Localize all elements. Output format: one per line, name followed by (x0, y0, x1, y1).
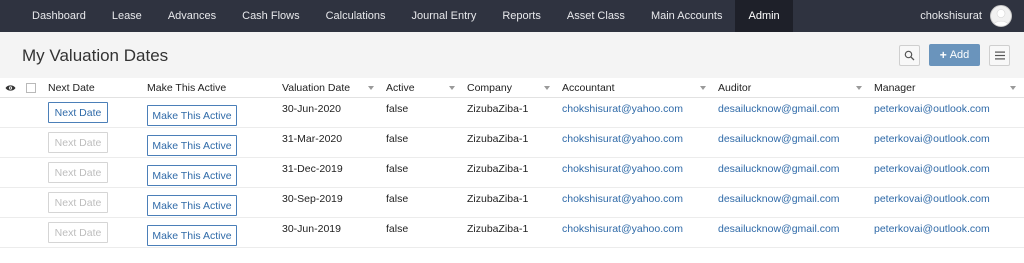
toolbar: + Add (899, 44, 1010, 66)
company-cell: ZizubaZiba-1 (467, 163, 529, 175)
header-label: Accountant (562, 81, 615, 94)
auditor-email-link[interactable]: desailucknow@gmail.com (714, 128, 870, 157)
page-header: My Valuation Dates + Add (0, 32, 1024, 78)
sort-caret-icon[interactable] (449, 86, 455, 90)
sort-caret-icon[interactable] (544, 86, 550, 90)
user-menu[interactable]: chokshisurat (920, 0, 1012, 32)
make-active-button[interactable]: Make This Active (147, 195, 237, 216)
valuation-date-cell: 30-Sep-2019 (282, 193, 343, 205)
add-button-label: Add (949, 49, 970, 61)
username[interactable]: chokshisurat (920, 10, 982, 22)
auditor-email-link[interactable]: desailucknow@gmail.com (714, 218, 870, 247)
next-date-button[interactable]: Next Date (48, 102, 108, 123)
header-label: Company (467, 81, 512, 94)
header-next-date: Next Date (48, 81, 95, 94)
next-date-button[interactable]: Next Date (48, 192, 108, 213)
make-active-button[interactable]: Make This Active (147, 135, 237, 156)
auditor-email-link[interactable]: desailucknow@gmail.com (714, 188, 870, 217)
menu-button[interactable] (989, 44, 1010, 66)
select-all-cell (21, 78, 44, 97)
valuation-dates-table: Next Date Make This Active Valuation Dat… (0, 78, 1024, 248)
nav-reports[interactable]: Reports (489, 0, 554, 32)
add-button[interactable]: + Add (929, 44, 980, 66)
header-label: Auditor (718, 81, 752, 94)
active-cell: false (386, 133, 409, 145)
active-cell: false (386, 193, 409, 205)
header-label: Valuation Date (282, 81, 351, 94)
manager-email-link[interactable]: peterkovai@outlook.com (870, 188, 1024, 217)
company-cell: ZizubaZiba-1 (467, 133, 529, 145)
auditor-email-link[interactable]: desailucknow@gmail.com (714, 158, 870, 187)
manager-email-link[interactable]: peterkovai@outlook.com (870, 218, 1024, 247)
accountant-email-link[interactable]: chokshisurat@yahoo.com (558, 188, 714, 217)
table-row: Next Date Make This Active 31-Dec-2019 f… (0, 158, 1024, 188)
next-date-button[interactable]: Next Date (48, 222, 108, 243)
header-label: Manager (874, 81, 916, 94)
nav-asset-class[interactable]: Asset Class (554, 0, 638, 32)
next-date-button[interactable]: Next Date (48, 162, 108, 183)
manager-email-link[interactable]: peterkovai@outlook.com (870, 98, 1024, 127)
sort-caret-icon[interactable] (856, 86, 862, 90)
nav-cash-flows[interactable]: Cash Flows (229, 0, 312, 32)
accountant-email-link[interactable]: chokshisurat@yahoo.com (558, 158, 714, 187)
header-company[interactable]: Company (463, 78, 558, 97)
nav-main-accounts[interactable]: Main Accounts (638, 0, 736, 32)
search-icon (904, 50, 915, 60)
column-visibility-toggle[interactable] (0, 78, 21, 97)
header-auditor[interactable]: Auditor (714, 78, 870, 97)
next-date-button[interactable]: Next Date (48, 132, 108, 153)
eye-icon (5, 84, 16, 91)
search-button[interactable] (899, 44, 920, 66)
header-accountant[interactable]: Accountant (558, 78, 714, 97)
top-navigation: Dashboard Lease Advances Cash Flows Calc… (0, 0, 1024, 32)
table-body: Next Date Make This Active 30-Jun-2020 f… (0, 98, 1024, 248)
make-active-button[interactable]: Make This Active (147, 165, 237, 186)
table-row: Next Date Make This Active 30-Jun-2019 f… (0, 218, 1024, 248)
header-manager[interactable]: Manager (870, 78, 1024, 97)
active-cell: false (386, 103, 409, 115)
sort-caret-icon[interactable] (700, 86, 706, 90)
sort-caret-icon[interactable] (1010, 86, 1016, 90)
valuation-date-cell: 30-Jun-2020 (282, 103, 341, 115)
header-active[interactable]: Active (382, 78, 463, 97)
table-row: Next Date Make This Active 30-Jun-2020 f… (0, 98, 1024, 128)
manager-email-link[interactable]: peterkovai@outlook.com (870, 158, 1024, 187)
company-cell: ZizubaZiba-1 (467, 223, 529, 235)
plus-icon: + (939, 48, 947, 62)
nav-advances[interactable]: Advances (155, 0, 229, 32)
table-row: Next Date Make This Active 30-Sep-2019 f… (0, 188, 1024, 218)
accountant-email-link[interactable]: chokshisurat@yahoo.com (558, 128, 714, 157)
sort-caret-icon[interactable] (368, 86, 374, 90)
valuation-date-cell: 30-Jun-2019 (282, 223, 341, 235)
header-make-active: Make This Active (147, 81, 227, 94)
active-cell: false (386, 223, 409, 235)
user-avatar-icon[interactable] (990, 5, 1012, 27)
manager-email-link[interactable]: peterkovai@outlook.com (870, 128, 1024, 157)
make-active-button[interactable]: Make This Active (147, 105, 237, 126)
accountant-email-link[interactable]: chokshisurat@yahoo.com (558, 218, 714, 247)
company-cell: ZizubaZiba-1 (467, 193, 529, 205)
nav-calculations[interactable]: Calculations (313, 0, 399, 32)
page-title: My Valuation Dates (22, 46, 169, 65)
header-label: Active (386, 81, 415, 94)
auditor-email-link[interactable]: desailucknow@gmail.com (714, 98, 870, 127)
select-all-checkbox[interactable] (26, 82, 36, 93)
nav-journal-entry[interactable]: Journal Entry (399, 0, 490, 32)
header-valuation-date[interactable]: Valuation Date (278, 78, 382, 97)
nav-dashboard[interactable]: Dashboard (19, 0, 99, 32)
nav-admin[interactable]: Admin (735, 0, 793, 32)
valuation-date-cell: 31-Mar-2020 (282, 133, 343, 145)
nav-lease[interactable]: Lease (99, 0, 155, 32)
company-cell: ZizubaZiba-1 (467, 103, 529, 115)
make-active-button[interactable]: Make This Active (147, 225, 237, 246)
table-header-row: Next Date Make This Active Valuation Dat… (0, 78, 1024, 98)
active-cell: false (386, 163, 409, 175)
valuation-date-cell: 31-Dec-2019 (282, 163, 343, 175)
table-row: Next Date Make This Active 31-Mar-2020 f… (0, 128, 1024, 158)
accountant-email-link[interactable]: chokshisurat@yahoo.com (558, 98, 714, 127)
hamburger-menu-icon (994, 51, 1005, 59)
